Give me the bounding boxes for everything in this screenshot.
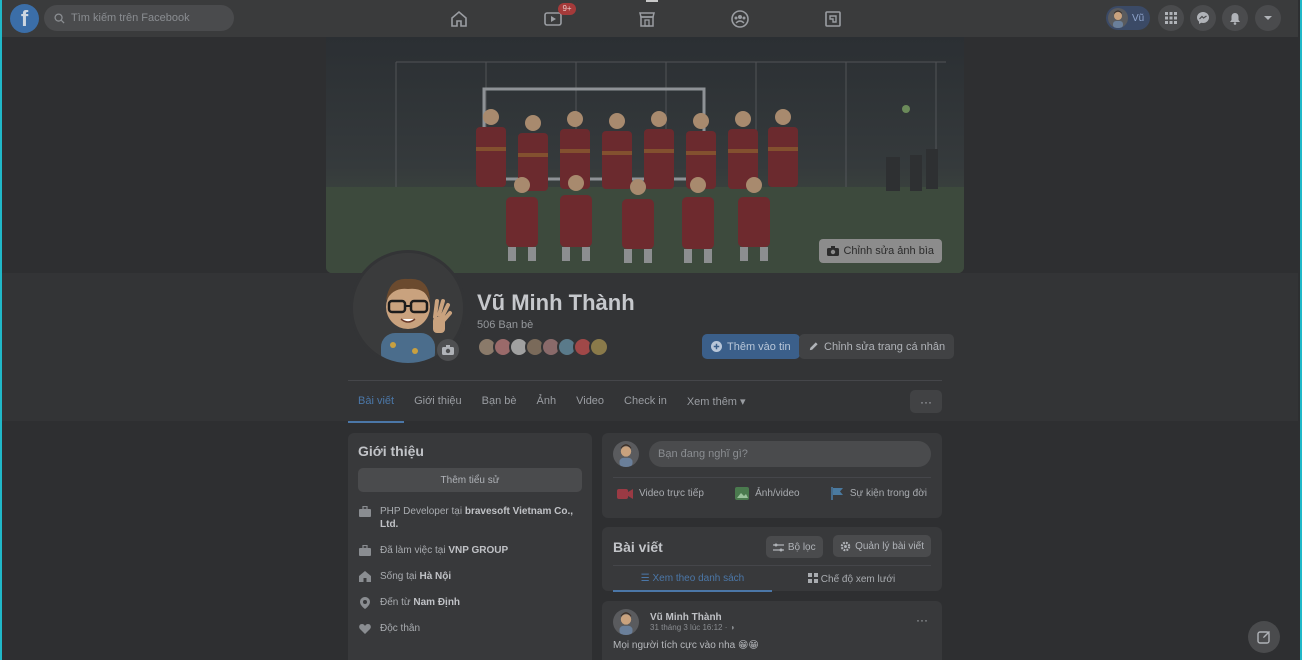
intro-work-row: PHP Developer tại bravesoft Vietnam Co.,…: [358, 505, 582, 531]
intro-relationship-status: Độc thân: [380, 623, 421, 634]
intro-past-work-company[interactable]: VNP GROUP: [448, 545, 508, 556]
intro-past-work-prefix: Đã làm việc tại: [380, 545, 449, 556]
avatar[interactable]: [613, 441, 639, 467]
posts-title: Bài viết: [613, 538, 663, 555]
messenger-icon[interactable]: [1190, 5, 1216, 31]
camera-icon: [442, 345, 454, 355]
work-icon: [358, 544, 372, 557]
cover-photo[interactable]: Chỉnh sửa ảnh bìa: [326, 37, 964, 273]
tab-videos[interactable]: Video: [566, 390, 614, 423]
facebook-logo[interactable]: f: [10, 4, 39, 33]
heart-icon: [358, 622, 372, 635]
edit-cover-label: Chỉnh sửa ảnh bìa: [843, 245, 934, 257]
live-video-label: Video trực tiếp: [639, 488, 704, 499]
post-timestamp[interactable]: 31 tháng 3 lúc 16:12 · ◑: [650, 623, 734, 632]
post-composer: Bạn đang nghĩ gì? Video trực tiếp Ảnh/vi…: [602, 433, 942, 518]
profile-shortcut-name: Vũ: [1132, 12, 1145, 24]
profile-shortcut[interactable]: Vũ: [1106, 6, 1150, 30]
account-caret-icon[interactable]: [1255, 5, 1281, 31]
photo-video-button[interactable]: Ảnh/video: [735, 487, 800, 500]
grid-icon: [807, 573, 818, 583]
search-placeholder: Tìm kiếm trên Facebook: [71, 12, 190, 24]
add-to-story-button[interactable]: Thêm vào tin: [702, 334, 800, 359]
tab-see-more[interactable]: Xem thêm ▾: [677, 390, 756, 423]
pencil-icon: [809, 342, 818, 351]
plus-circle-icon: [711, 341, 722, 352]
avatar[interactable]: [613, 609, 639, 635]
notifications-icon[interactable]: [1222, 5, 1248, 31]
intro-lives-city[interactable]: Hà Nội: [419, 571, 451, 582]
cover-team-photo: [326, 61, 964, 273]
posts-header-card: Bài viết Bộ lọc Quản lý bài viết ☰ Xem t…: [602, 527, 942, 592]
top-navigation-bar: f Tìm kiếm trên Facebook 9+ Vũ: [2, 0, 1298, 37]
menu-grid-icon[interactable]: [1158, 5, 1184, 31]
tab-about[interactable]: Giới thiệu: [404, 390, 472, 423]
grid-view-label: Chế độ xem lưới: [820, 574, 896, 585]
edit-profile-button[interactable]: Chỉnh sửa trang cá nhân: [799, 334, 955, 359]
photo-video-label: Ảnh/video: [755, 488, 800, 499]
add-bio-button[interactable]: Thêm tiểu sử: [358, 468, 582, 492]
gaming-icon[interactable]: [822, 8, 844, 30]
photo-icon: [735, 487, 750, 500]
post-text: Mọi người tích cực vào nha 😁😁: [613, 640, 759, 651]
tab-photos[interactable]: Ảnh: [527, 390, 567, 423]
post-card: Vũ Minh Thành 31 tháng 3 lúc 16:12 · ◑ ·…: [602, 601, 942, 660]
avatar: [1108, 8, 1128, 28]
profile-more-button[interactable]: ···: [910, 390, 942, 413]
intro-from-row: Đến từ Nam Định: [358, 596, 582, 609]
edit-profile-label: Chỉnh sửa trang cá nhân: [824, 340, 946, 353]
add-to-story-label: Thêm vào tin: [727, 340, 791, 353]
header-divider: [348, 380, 942, 381]
flag-icon: [831, 487, 843, 500]
gear-icon: [840, 541, 851, 551]
work-icon: [358, 505, 372, 531]
tab-friends[interactable]: Bạn bè: [472, 390, 527, 423]
live-video-icon: [617, 488, 633, 499]
friend-avatar-stack[interactable]: [477, 337, 609, 357]
live-video-button[interactable]: Video trực tiếp: [617, 487, 704, 500]
marketplace-icon[interactable]: [636, 8, 658, 30]
home-icon[interactable]: [448, 8, 470, 30]
new-message-button[interactable]: [1248, 621, 1280, 653]
home-icon: [358, 570, 372, 583]
post-author[interactable]: Vũ Minh Thành: [650, 612, 734, 623]
filter-icon: [772, 543, 784, 551]
profile-tabs: Bài viết Giới thiệu Bạn bè Ảnh Video Che…: [348, 390, 756, 423]
friend-avatar[interactable]: [589, 337, 609, 357]
intro-lives-prefix: Sống tại: [380, 571, 420, 582]
intro-from-prefix: Đến từ: [380, 597, 414, 608]
list-view-tab[interactable]: ☰ Xem theo danh sách: [613, 566, 772, 592]
camera-icon: [827, 246, 840, 256]
life-event-label: Sự kiện trong đời: [849, 488, 927, 499]
location-icon: [358, 596, 372, 609]
intro-relationship-row: Độc thân: [358, 622, 582, 635]
intro-past-work-row: Đã làm việc tại VNP GROUP: [358, 544, 582, 557]
post-options-button[interactable]: ···: [916, 613, 928, 627]
update-avatar-button[interactable]: [437, 339, 459, 361]
grid-view-tab[interactable]: Chế độ xem lưới: [772, 566, 931, 592]
edit-cover-button[interactable]: Chỉnh sửa ảnh bìa: [819, 239, 942, 263]
nav-active-indicator: [646, 0, 658, 2]
watch-notification-badge: 9+: [558, 3, 576, 15]
life-event-button[interactable]: Sự kiện trong đời: [831, 487, 927, 500]
search-box[interactable]: Tìm kiếm trên Facebook: [44, 5, 234, 31]
friends-count[interactable]: 506 Bạn bè: [477, 319, 533, 331]
search-icon: [54, 12, 65, 24]
profile-name: Vũ Minh Thành: [477, 290, 635, 315]
intro-lives-row: Sống tại Hà Nội: [358, 570, 582, 583]
intro-work-prefix: PHP Developer tại: [380, 506, 465, 517]
compose-icon: [1257, 631, 1270, 644]
whats-on-your-mind-input[interactable]: Bạn đang nghĩ gì?: [649, 441, 931, 467]
tab-checkins[interactable]: Check in: [614, 390, 677, 423]
tab-posts[interactable]: Bài viết: [348, 390, 405, 423]
intro-card: Giới thiệu Thêm tiểu sử PHP Developer tạ…: [348, 433, 592, 660]
intro-title: Giới thiệu: [358, 443, 424, 459]
groups-icon[interactable]: [729, 8, 751, 30]
manage-posts-button[interactable]: Quản lý bài viết: [833, 535, 931, 557]
manage-posts-label: Quản lý bài viết: [855, 540, 924, 552]
intro-from-city[interactable]: Nam Định: [413, 597, 460, 608]
filter-label: Bộ lọc: [787, 541, 816, 553]
filter-button[interactable]: Bộ lọc: [765, 536, 823, 558]
